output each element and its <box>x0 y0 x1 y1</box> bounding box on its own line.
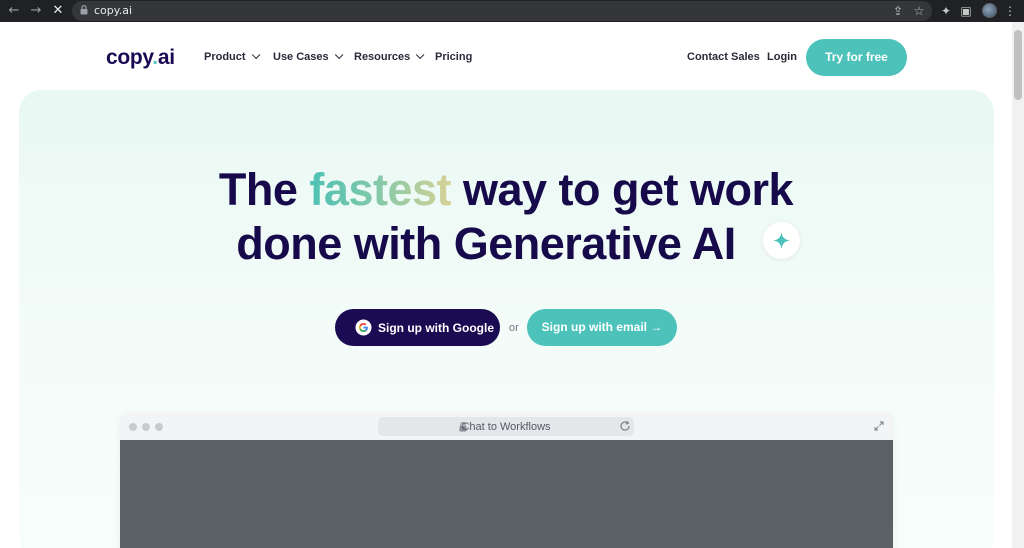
website-viewport: copy.ai Product Use Cases Resources Pric… <box>0 22 1012 548</box>
forward-arrow-icon[interactable]: → <box>28 3 44 19</box>
sign-up-google-button[interactable]: Sign up with Google <box>335 309 500 346</box>
nav-pricing[interactable]: Pricing <box>435 51 472 63</box>
star-icon[interactable]: ☆ <box>911 3 927 19</box>
sparkle-badge <box>763 222 800 259</box>
chevron-down-icon <box>416 50 425 60</box>
copyai-logo[interactable]: copy.ai <box>106 46 175 70</box>
window-dot <box>155 423 163 431</box>
preview-address-bar: Chat to Workflows <box>378 417 634 436</box>
hero-headline-line1: The fastest way to get work <box>218 164 794 215</box>
more-menu-icon[interactable]: ⋮ <box>1002 3 1018 19</box>
chevron-down-icon <box>334 50 344 60</box>
back-arrow-icon[interactable]: ← <box>6 3 22 19</box>
preview-address-text: Chat to Workflows <box>461 421 551 433</box>
or-separator: or <box>509 322 519 334</box>
browser-chrome: ← → ✕ copy.ai ⇪ ☆ ✦ ▣ ⋮ <box>0 0 1024 22</box>
contact-sales-link[interactable]: Contact Sales <box>687 51 760 63</box>
window-dot <box>129 423 137 431</box>
address-bar[interactable] <box>72 1 932 21</box>
nav-product[interactable]: Product <box>204 50 260 63</box>
preview-title-bar: Chat to Workflows <box>120 413 893 440</box>
nav-use-cases[interactable]: Use Cases <box>273 50 344 63</box>
try-for-free-button[interactable]: Try for free <box>806 39 907 76</box>
hero-headline-line2: done with Generative AI <box>236 218 736 269</box>
scrollbar-thumb[interactable] <box>1014 30 1022 100</box>
workflow-preview-window: Chat to Workflows <box>120 413 893 548</box>
headline-accent-word: fastest <box>309 164 451 215</box>
preview-video-area <box>120 440 893 548</box>
login-link[interactable]: Login <box>767 51 797 63</box>
nav-resources[interactable]: Resources <box>354 50 425 63</box>
side-panel-icon[interactable]: ▣ <box>958 3 974 19</box>
expand-icon <box>874 421 884 431</box>
profile-avatar[interactable] <box>982 3 997 18</box>
google-icon <box>355 319 372 336</box>
extensions-icon[interactable]: ✦ <box>938 3 954 19</box>
google-button-label: Sign up with Google <box>378 321 494 335</box>
chevron-down-icon <box>251 50 260 60</box>
page-scrollbar[interactable] <box>1012 22 1024 548</box>
address-url: copy.ai <box>94 4 132 17</box>
stop-loading-icon[interactable]: ✕ <box>50 3 66 19</box>
lock-icon <box>80 5 88 15</box>
window-dot <box>142 423 150 431</box>
reload-icon <box>620 420 630 431</box>
sign-up-email-button[interactable]: Sign up with email → <box>527 309 677 346</box>
sparkle-icon <box>772 231 791 250</box>
share-icon[interactable]: ⇪ <box>890 3 906 19</box>
